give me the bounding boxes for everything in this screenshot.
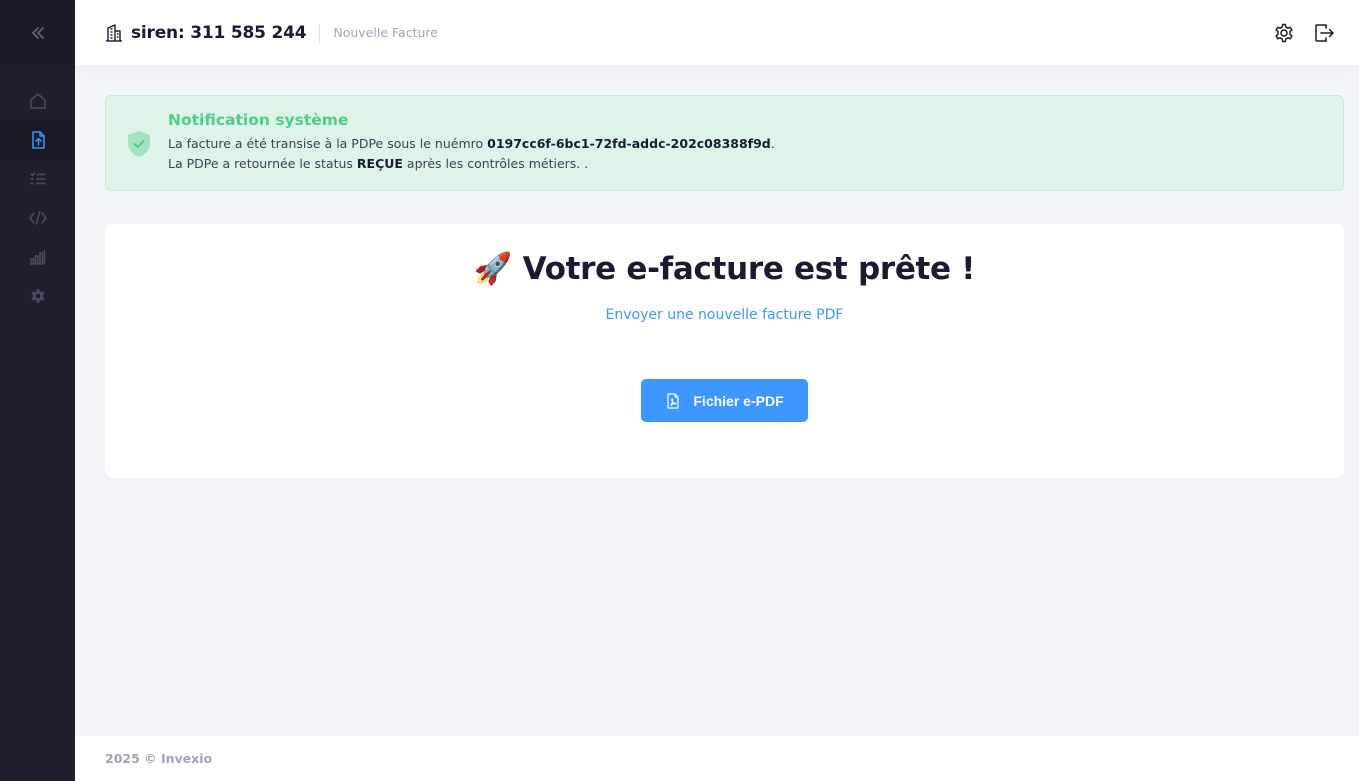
notification-title: Notification système (168, 111, 349, 129)
top-header: siren: 311 585 244 Nouvelle Facture (75, 0, 1359, 65)
logout-icon (1315, 23, 1334, 42)
breadcrumb: Nouvelle Facture (333, 25, 438, 40)
notification-text-end: . (770, 136, 775, 151)
sidebar-item-stats[interactable] (0, 237, 75, 276)
code-icon (28, 210, 47, 225)
sidebar (0, 0, 75, 781)
notification-body: Notification système La facture a été tr… (168, 111, 775, 174)
sidebar-item-new-invoice[interactable] (0, 120, 75, 159)
notification-line-1: La facture a été transise à la PDPe sous… (168, 134, 775, 154)
shield-check-icon (128, 131, 150, 157)
gear-icon (30, 288, 45, 303)
notification-text: La facture a été transise à la PDPe sous… (168, 136, 488, 151)
epdf-file-button[interactable]: Fichier e-PDF (641, 379, 808, 422)
page-title: siren: 311 585 244 (131, 22, 307, 43)
settings-icon (1275, 23, 1293, 42)
copyright: 2025 © Invexio (105, 751, 213, 766)
sidebar-nav (0, 65, 75, 315)
file-upload-icon (31, 130, 45, 149)
card-title: 🚀 Votre e-facture est prête ! (473, 251, 976, 287)
header-actions (1271, 20, 1337, 46)
double-chevron-left-icon (31, 26, 44, 39)
bar-chart-icon (29, 249, 45, 265)
status-text: La PDPe a retournée le status (168, 156, 357, 171)
sidebar-item-list[interactable] (0, 159, 75, 198)
invoice-ready-card: 🚀 Votre e-facture est prête ! Envoyer un… (105, 224, 1344, 478)
sidebar-item-home[interactable] (0, 81, 75, 120)
list-check-icon (29, 171, 46, 184)
logout-button[interactable] (1311, 20, 1337, 46)
sidebar-item-settings[interactable] (0, 276, 75, 315)
sidebar-header (0, 0, 75, 65)
file-pdf-icon (667, 392, 679, 409)
sidebar-item-code[interactable] (0, 198, 75, 237)
epdf-button-label: Fichier e-PDF (693, 392, 784, 409)
building-icon (104, 23, 124, 43)
notification-line-2: La PDPe a retournée le status REÇUE aprè… (168, 154, 775, 174)
header-title-group: siren: 311 585 244 Nouvelle Facture (104, 22, 438, 43)
sidebar-toggle[interactable] (26, 21, 50, 45)
system-notification: Notification système La facture a été tr… (105, 95, 1344, 191)
transmission-id: 0197cc6f-6bc1-72fd-addc-202c08388f9d (487, 136, 771, 151)
status-value: REÇUE (356, 156, 403, 171)
status-text-end: après les contrôles métiers. . (402, 156, 589, 171)
footer: 2025 © Invexio (75, 736, 1359, 781)
settings-button[interactable] (1271, 20, 1297, 46)
header-divider (319, 22, 321, 43)
new-invoice-link[interactable]: Envoyer une nouvelle facture PDF (105, 307, 1344, 323)
home-icon (29, 92, 46, 109)
